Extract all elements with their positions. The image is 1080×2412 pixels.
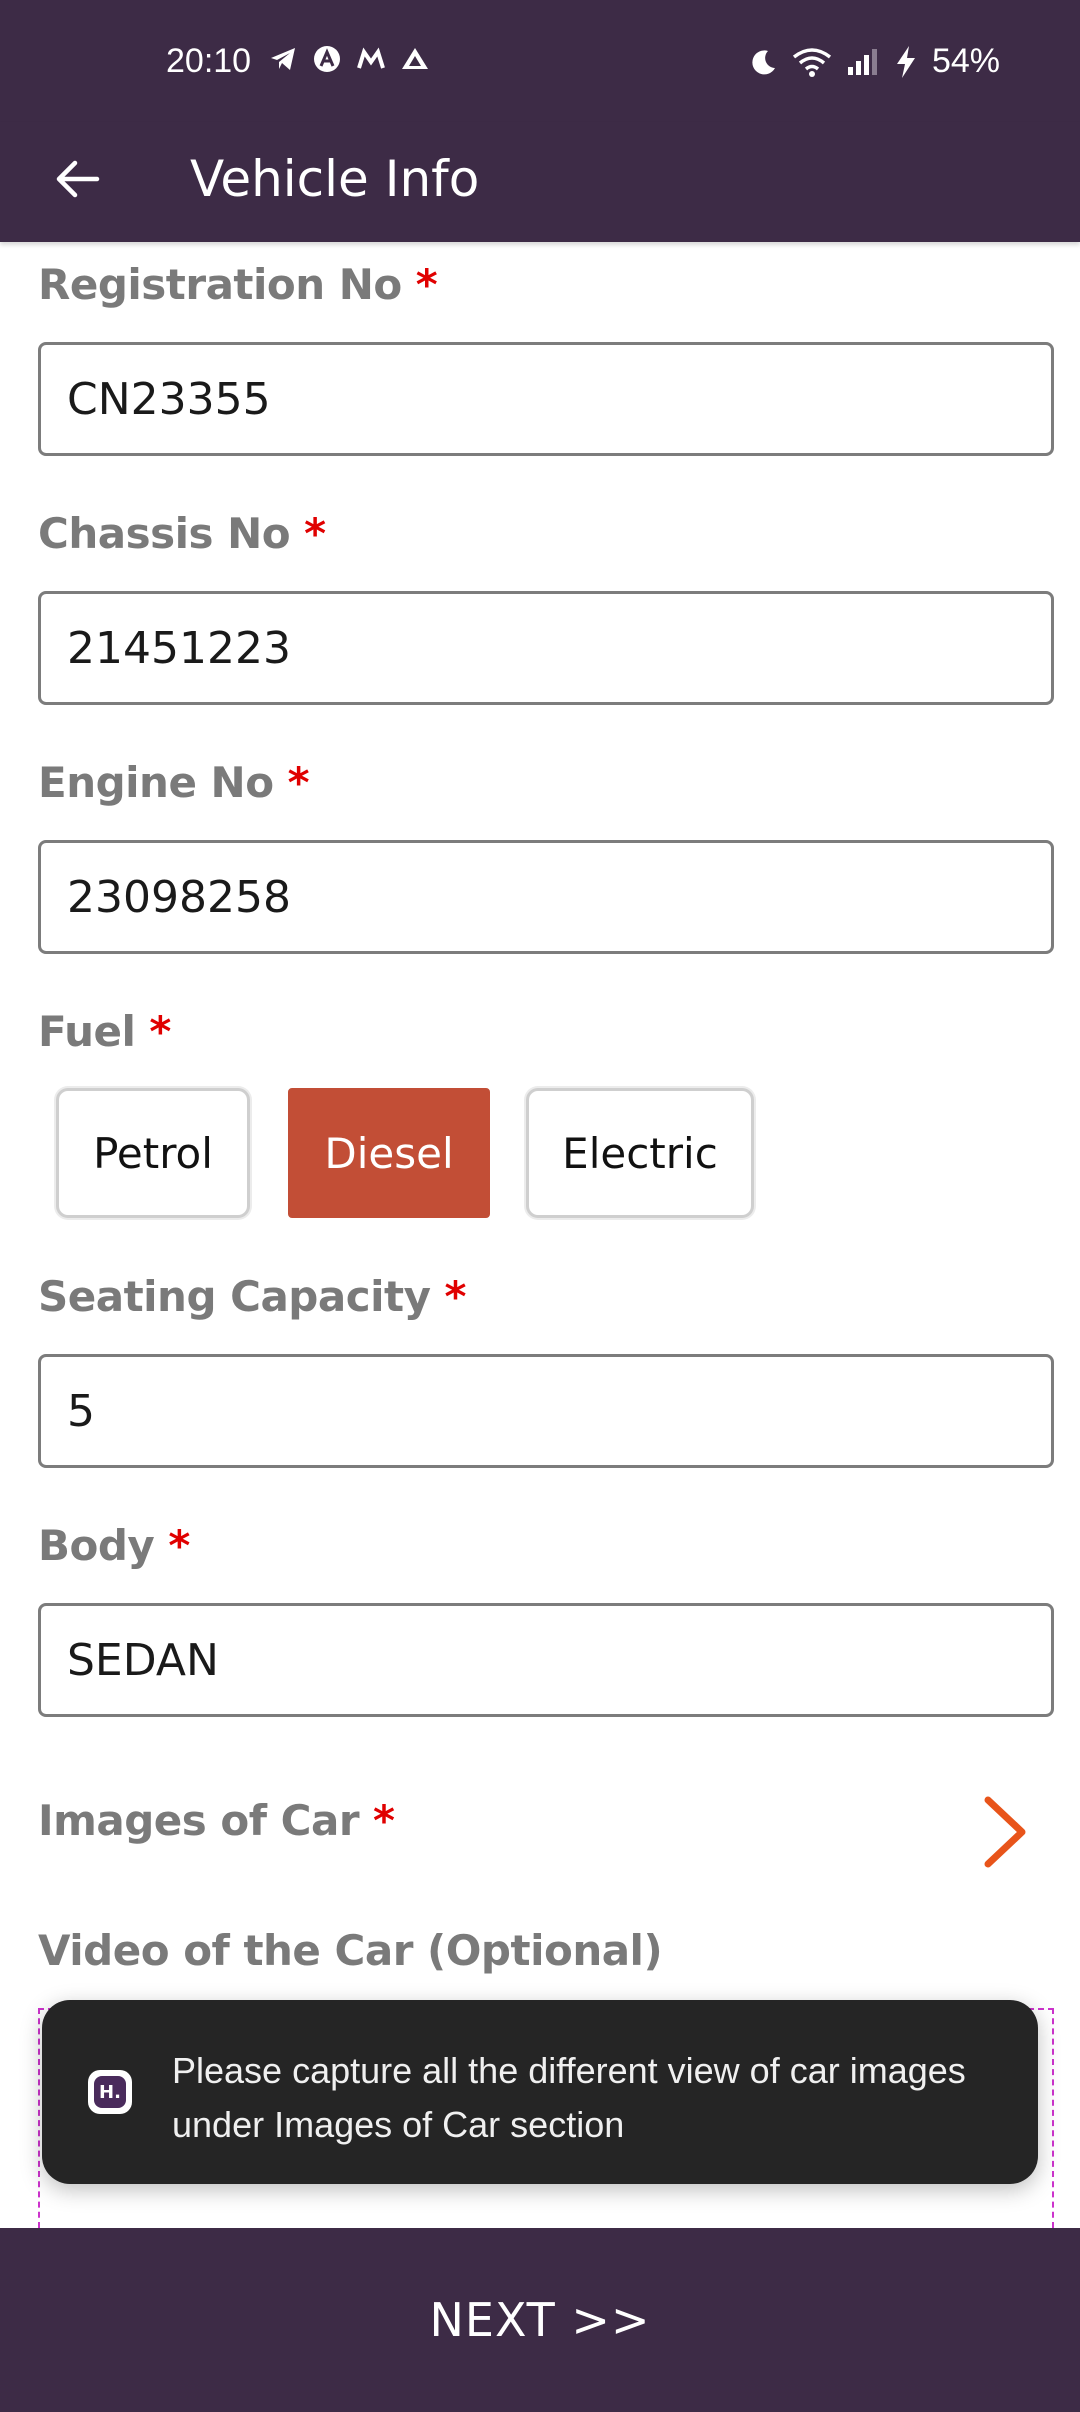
required-mark: *	[444, 1272, 466, 1321]
battery-percent: 54%	[931, 42, 1000, 80]
chevron-right-icon[interactable]	[978, 1792, 1034, 1872]
required-mark: *	[373, 1796, 395, 1845]
app-a-icon	[314, 46, 340, 72]
arrow-left-icon	[56, 160, 100, 198]
chassis-label: Chassis No *	[38, 509, 326, 558]
telegram-icon	[271, 48, 295, 70]
fuel-label: Fuel *	[38, 1007, 171, 1056]
app-logo-icon: H.	[88, 2070, 132, 2114]
seating-input[interactable]: 5	[38, 1354, 1054, 1468]
toast-text: Please capture all the different view of…	[172, 2050, 966, 2145]
fuel-label-text: Fuel	[38, 1007, 136, 1056]
engine-input[interactable]: 23098258	[38, 840, 1054, 954]
next-button-label: NEXT >>	[429, 2293, 651, 2347]
registration-label: Registration No *	[38, 260, 438, 309]
chassis-input[interactable]: 21451223	[38, 591, 1054, 705]
back-button[interactable]	[40, 142, 114, 216]
seating-label: Seating Capacity *	[38, 1272, 466, 1321]
page-title: Vehicle Info	[190, 150, 480, 208]
chassis-label-text: Chassis No	[38, 509, 291, 558]
required-mark: *	[304, 509, 326, 558]
body-label: Body *	[38, 1521, 190, 1570]
moon-icon	[752, 49, 775, 74]
video-label: Video of the Car (Optional)	[38, 1926, 663, 1975]
registration-input[interactable]: CN23355	[38, 342, 1054, 456]
status-time: 20:10	[166, 42, 252, 80]
app-logo-mark: H.	[94, 2076, 126, 2108]
body-label-text: Body	[38, 1521, 155, 1570]
system-icons: 54%	[750, 42, 1000, 81]
engine-label: Engine No *	[38, 758, 310, 807]
required-mark: *	[415, 260, 438, 309]
charging-icon	[896, 45, 915, 78]
fuel-option-diesel[interactable]: Diesel	[288, 1088, 490, 1218]
images-label-text: Images of Car	[38, 1796, 360, 1845]
required-mark: *	[287, 758, 310, 807]
seating-label-text: Seating Capacity	[38, 1272, 431, 1321]
engine-label-text: Engine No	[38, 758, 274, 807]
app-m-icon	[357, 47, 385, 69]
drive-icon	[402, 48, 428, 69]
registration-label-text: Registration No	[38, 260, 402, 309]
wifi-icon	[792, 47, 832, 77]
status-bar: 20:10 54%	[0, 0, 1080, 122]
images-of-car-row[interactable]: Images of Car *	[38, 1796, 395, 1845]
app-bar: Vehicle Info	[0, 122, 1080, 242]
fuel-option-petrol[interactable]: Petrol	[56, 1088, 250, 1218]
toast-message: H. Please capture all the different view…	[42, 2000, 1038, 2184]
signal-icon	[847, 48, 877, 75]
body-input[interactable]: SEDAN	[38, 1603, 1054, 1717]
required-mark: *	[168, 1521, 190, 1570]
fuel-option-electric[interactable]: Electric	[526, 1088, 754, 1218]
required-mark: *	[149, 1007, 171, 1056]
next-button[interactable]: NEXT >>	[0, 2228, 1080, 2412]
notification-icons	[268, 44, 430, 74]
